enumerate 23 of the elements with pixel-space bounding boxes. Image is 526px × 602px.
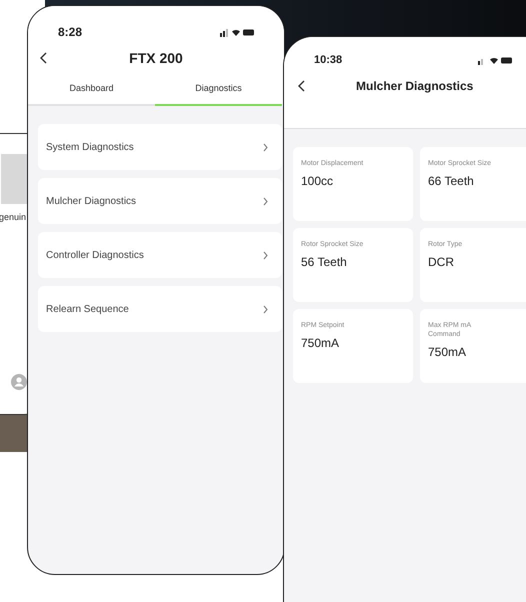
card-value: 750mA <box>301 335 340 352</box>
card-value: DCR <box>428 254 455 271</box>
card-value: 750mA <box>428 344 468 361</box>
card-value: 56 Teeth <box>301 254 348 271</box>
screen-title: FTX 200 <box>129 48 183 68</box>
tab[interactable]: Dashboard <box>28 74 155 106</box>
chevron-icon <box>263 142 268 152</box>
menu-item[interactable]: System Diagnostics <box>38 124 282 170</box>
status-time: 8:28 <box>58 24 82 41</box>
back-icon[interactable] <box>298 80 305 92</box>
menu-item[interactable]: Relearn Sequence <box>38 286 282 332</box>
menu-item[interactable]: Mulcher Diagnostics <box>38 178 282 224</box>
menu-item[interactable]: Controller Diagnostics <box>38 232 282 278</box>
chevron-icon <box>263 250 268 260</box>
card-value: 66 Teeth <box>428 173 475 190</box>
back-icon[interactable] <box>40 52 47 64</box>
card-value: 100cc <box>301 173 334 190</box>
chevron-icon <box>263 196 268 206</box>
screen-title: Mulcher Diagnostics <box>356 78 474 95</box>
status-icons <box>478 56 512 64</box>
chevron-icon <box>263 304 268 314</box>
status-time: 10:38 <box>314 52 342 68</box>
status-icons <box>220 28 254 36</box>
